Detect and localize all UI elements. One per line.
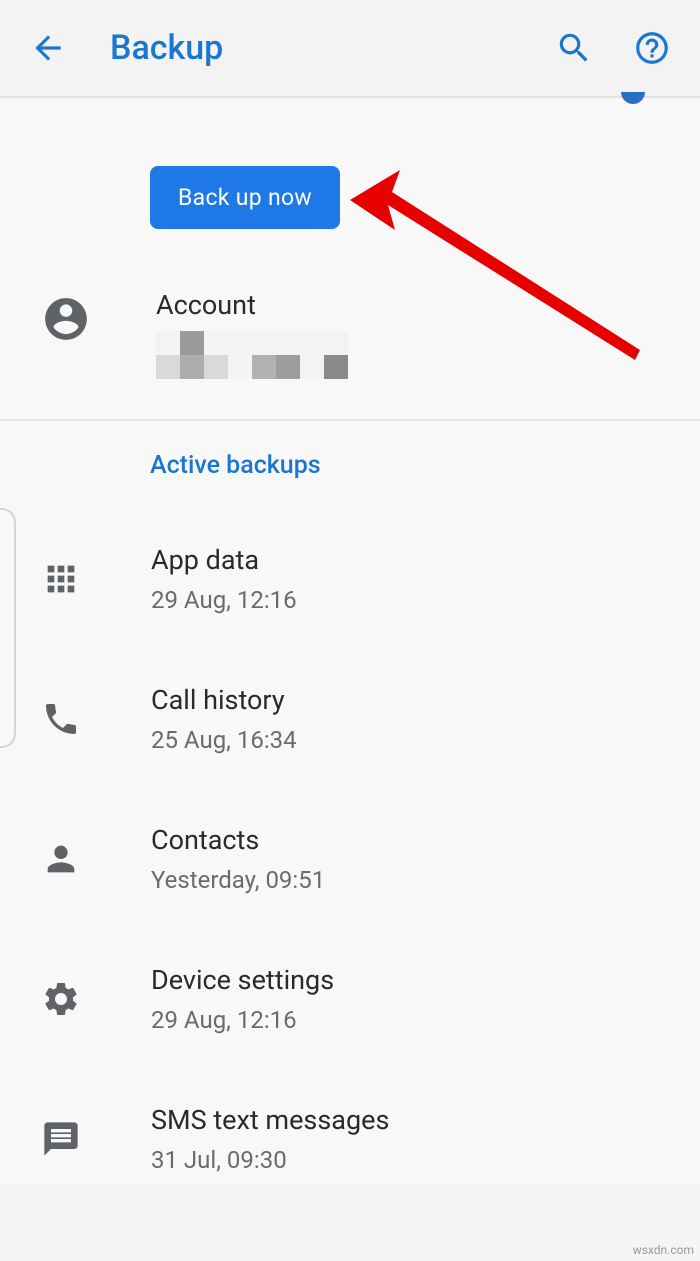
search-icon xyxy=(555,29,593,67)
account-icon xyxy=(36,289,96,349)
item-sub: 29 Aug, 12:16 xyxy=(151,1006,334,1034)
message-icon xyxy=(37,1115,85,1163)
backup-section: Back up now Account xyxy=(0,98,700,421)
app-header: Backup xyxy=(0,0,700,98)
item-sub: 25 Aug, 16:34 xyxy=(151,726,297,754)
account-text: Account xyxy=(156,289,348,379)
scroll-indicator xyxy=(0,508,16,748)
header-actions xyxy=(550,24,676,72)
active-backups-header: Active backups xyxy=(150,451,676,480)
person-icon xyxy=(37,835,85,883)
backup-item-contacts[interactable]: Contacts Yesterday, 09:51 xyxy=(24,804,676,944)
item-sub: 31 Jul, 09:30 xyxy=(151,1146,389,1174)
gear-icon xyxy=(37,975,85,1023)
account-row[interactable]: Account xyxy=(24,289,676,379)
item-title: App data xyxy=(151,544,297,576)
item-title: Call history xyxy=(151,684,297,716)
backup-item-device-settings[interactable]: Device settings 29 Aug, 12:16 xyxy=(24,944,676,1084)
phone-icon xyxy=(37,695,85,743)
help-button[interactable] xyxy=(628,24,676,72)
item-sub: Yesterday, 09:51 xyxy=(151,866,325,894)
backup-item-app-data[interactable]: App data 29 Aug, 12:16 xyxy=(24,524,676,664)
account-label: Account xyxy=(156,289,348,321)
item-title: SMS text messages xyxy=(151,1104,389,1136)
item-sub: 29 Aug, 12:16 xyxy=(151,586,297,614)
active-backups-section: Active backups App data 29 Aug, 12:16 Ca… xyxy=(0,421,700,1184)
backup-now-button[interactable]: Back up now xyxy=(150,166,340,229)
main-content: Back up now Account Active xyxy=(0,98,700,1184)
watermark: wsxdn.com xyxy=(633,1243,694,1257)
apps-icon xyxy=(37,555,85,603)
backup-item-call-history[interactable]: Call history 25 Aug, 16:34 xyxy=(24,664,676,804)
help-icon xyxy=(633,29,671,67)
item-title: Contacts xyxy=(151,824,325,856)
arrow-back-icon xyxy=(29,29,67,67)
page-title: Backup xyxy=(110,28,550,68)
back-button[interactable] xyxy=(24,24,72,72)
item-title: Device settings xyxy=(151,964,334,996)
backup-item-sms[interactable]: SMS text messages 31 Jul, 09:30 xyxy=(24,1084,676,1184)
person-circle-icon xyxy=(41,294,91,344)
search-button[interactable] xyxy=(550,24,598,72)
account-value-redacted xyxy=(156,331,348,379)
